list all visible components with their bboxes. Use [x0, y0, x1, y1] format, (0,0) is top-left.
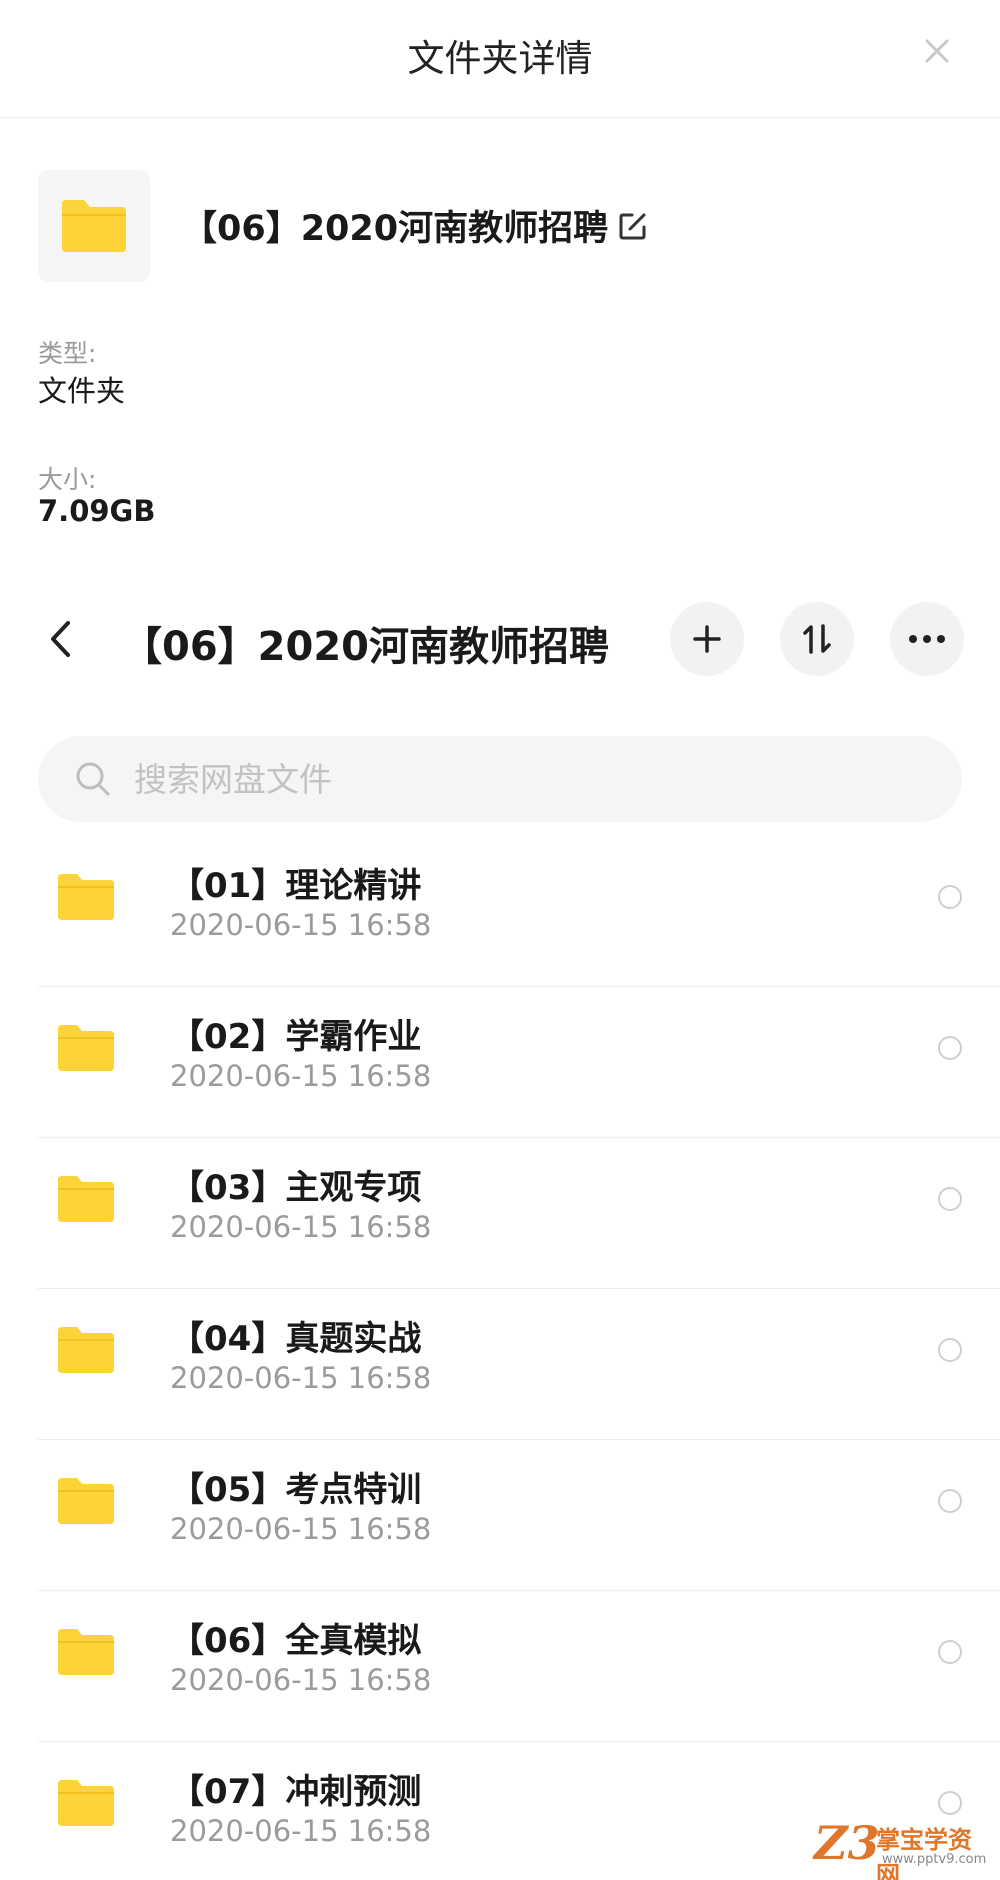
- select-checkbox[interactable]: [938, 1489, 962, 1513]
- select-checkbox[interactable]: [938, 1338, 962, 1362]
- dialog-header: 文件夹详情: [0, 0, 1000, 118]
- list-item[interactable]: 【06】全真模拟 2020-06-15 16:58: [38, 1591, 1000, 1742]
- select-checkbox[interactable]: [938, 1036, 962, 1060]
- rename-button[interactable]: [614, 207, 652, 245]
- type-value: 文件夹: [38, 374, 126, 408]
- file-name: 【06】全真模拟: [170, 1621, 422, 1661]
- sort-icon: [803, 624, 831, 654]
- select-checkbox[interactable]: [938, 885, 962, 909]
- folder-icon: [58, 1025, 114, 1075]
- file-list: 【01】理论精讲 2020-06-15 16:58 【02】学霸作业 2020-06-…: [0, 836, 1000, 1880]
- file-date: 2020-06-15 16:58: [170, 1059, 432, 1093]
- folder-name: 【06】2020河南教师招聘: [182, 209, 609, 249]
- list-item[interactable]: 【03】主观专项 2020-06-15 16:58: [38, 1138, 1000, 1289]
- file-date: 2020-06-15 16:58: [170, 1210, 432, 1244]
- plus-icon: [693, 625, 721, 653]
- file-date: 2020-06-15 16:58: [170, 908, 432, 942]
- close-button[interactable]: [914, 28, 960, 74]
- watermark: Z3 掌宝学资网 www.pptv9.com: [814, 1816, 994, 1880]
- search-bar[interactable]: [38, 736, 962, 822]
- edit-icon: [619, 213, 646, 240]
- list-item[interactable]: 【05】考点特训 2020-06-15 16:58: [38, 1440, 1000, 1591]
- file-date: 2020-06-15 16:58: [170, 1663, 432, 1697]
- file-name: 【01】理论精讲: [170, 866, 422, 906]
- watermark-name: 掌宝学资网: [876, 1826, 972, 1880]
- folder-icon: [58, 874, 114, 924]
- file-name: 【03】主观专项: [170, 1168, 422, 1208]
- type-label: 类型:: [38, 339, 97, 368]
- watermark-url: www.pptv9.com: [882, 1852, 987, 1867]
- folder-icon: [58, 1327, 114, 1377]
- folder-icon: [58, 1176, 114, 1226]
- more-button[interactable]: [890, 602, 964, 676]
- watermark-logo: Z3: [814, 1816, 880, 1870]
- list-item[interactable]: 【04】真题实战 2020-06-15 16:58: [38, 1289, 1000, 1440]
- file-name: 【07】冲刺预测: [170, 1772, 422, 1812]
- file-name: 【04】真题实战: [170, 1319, 422, 1359]
- back-button[interactable]: [40, 614, 80, 664]
- folder-icon: [58, 1780, 114, 1830]
- file-name: 【05】考点特训: [170, 1470, 422, 1510]
- size-label: 大小:: [38, 465, 97, 494]
- file-name: 【02】学霸作业: [170, 1017, 422, 1057]
- folder-icon: [58, 1629, 114, 1679]
- close-icon: [925, 39, 949, 63]
- more-icon: [909, 635, 945, 643]
- select-checkbox[interactable]: [938, 1187, 962, 1211]
- file-date: 2020-06-15 16:58: [170, 1512, 432, 1546]
- folder-icon: [62, 200, 126, 252]
- list-item[interactable]: 【02】学霸作业 2020-06-15 16:58: [38, 987, 1000, 1138]
- chevron-left-icon: [51, 621, 70, 657]
- add-button[interactable]: [670, 602, 744, 676]
- file-date: 2020-06-15 16:58: [170, 1814, 432, 1848]
- select-checkbox[interactable]: [938, 1791, 962, 1815]
- select-checkbox[interactable]: [938, 1640, 962, 1664]
- current-folder-title: 【06】2020河南教师招聘: [122, 624, 609, 670]
- sort-button[interactable]: [780, 602, 854, 676]
- file-date: 2020-06-15 16:58: [170, 1361, 432, 1395]
- search-icon: [76, 762, 110, 796]
- dialog-title: 文件夹详情: [407, 37, 593, 80]
- folder-thumbnail: [38, 170, 150, 282]
- folder-icon: [58, 1478, 114, 1528]
- search-input[interactable]: [134, 759, 914, 799]
- size-value: 7.09GB: [38, 494, 156, 528]
- list-item[interactable]: 【01】理论精讲 2020-06-15 16:58: [38, 836, 1000, 987]
